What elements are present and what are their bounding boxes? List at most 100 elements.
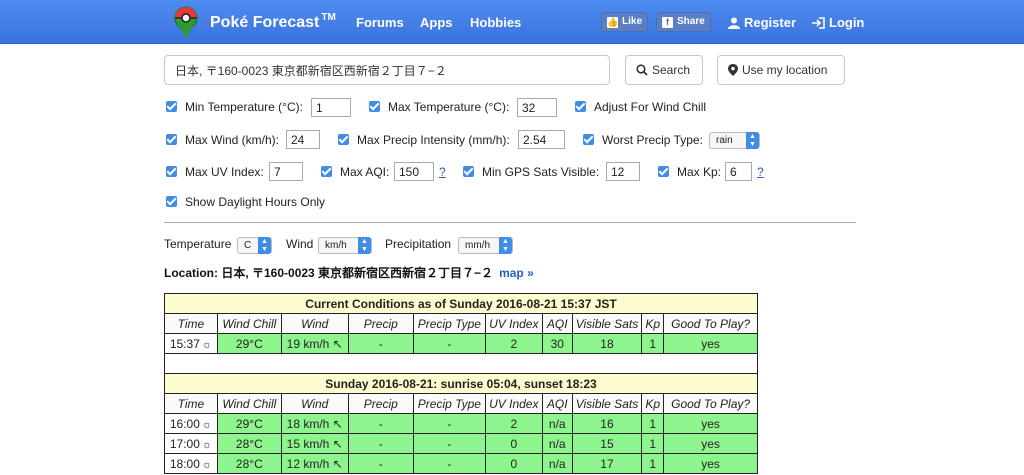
column-header-precip: Precip (347, 393, 414, 414)
sun-icon: ☼ (201, 458, 212, 471)
precip-unit-select[interactable]: mm/h ▲ ▼ (458, 237, 513, 254)
table-row: 17:00 ☼ 28°C 15 km/h ↖ - -0 n/a 15 1 yes (164, 433, 758, 454)
daylight-checkbox[interactable] (166, 196, 177, 207)
location-search-input[interactable]: 日本, 〒160-0023 東京都新宿区西新宿２丁目７−２ (164, 55, 610, 85)
nav-forums[interactable]: Forums (356, 15, 404, 30)
temperature-unit-select[interactable]: C ▲ ▼ (237, 237, 272, 254)
worst-precip-option: Worst Precip Type: (583, 133, 703, 147)
map-marker-icon (728, 64, 738, 76)
column-header-aqi: AQI (541, 313, 573, 334)
max-precip-label: Max Precip Intensity (mm/h): (357, 133, 510, 147)
cell-uv-index: 2 (484, 333, 543, 354)
max-wind-checkbox[interactable] (166, 134, 177, 145)
cell-precip-type: - (412, 453, 486, 474)
column-header-time: Time (164, 393, 218, 414)
nav-apps[interactable]: Apps (420, 15, 453, 30)
sun-icon: ☼ (201, 338, 212, 351)
min-gps-field[interactable]: 12 (606, 162, 640, 181)
wind-unit-select[interactable]: km/h ▲ ▼ (318, 237, 372, 254)
use-my-location-button[interactable]: Use my location (717, 55, 845, 85)
forecast-table: Current Conditions as of Sunday 2016-08-… (164, 293, 758, 474)
cell-visible-sats: 16 (571, 413, 643, 434)
cell-uv-index: 2 (484, 413, 543, 434)
wind-chill-option: Adjust For Wind Chill (575, 100, 706, 114)
cell-kp: 1 (641, 453, 665, 474)
cell-visible-sats: 17 (571, 453, 643, 474)
temperature-unit-label: Temperature (164, 237, 232, 251)
max-kp-checkbox[interactable] (658, 166, 669, 177)
cell-good-to-play: yes (663, 333, 758, 354)
cell-kp: 1 (641, 413, 665, 434)
cell-visible-sats: 18 (571, 333, 643, 354)
daylight-label: Show Daylight Hours Only (185, 195, 326, 209)
pokeball-map-pin-icon[interactable] (168, 4, 204, 40)
max-uv-option: Max UV Index: (166, 165, 264, 179)
max-aqi-field[interactable]: 150 (394, 162, 434, 181)
facebook-like-button[interactable]: 👍 Like (601, 12, 649, 32)
max-precip-field[interactable]: 2.54 (518, 130, 565, 149)
table-header-row: Time Wind Chill Wind Precip Precip Type UV In… (164, 393, 758, 414)
cell-kp: 1 (641, 433, 665, 454)
min-gps-label: Min GPS Sats Visible: (482, 165, 600, 179)
search-button[interactable]: Search (625, 55, 703, 85)
cell-aqi: n/a (541, 413, 573, 434)
cell-aqi: n/a (541, 433, 573, 454)
map-link[interactable]: map » (499, 266, 534, 280)
worst-precip-select[interactable]: rain ▲ ▼ (709, 132, 760, 149)
min-temperature-option: Min Temperature (°C): (166, 100, 303, 114)
max-uv-field[interactable]: 7 (269, 162, 303, 181)
cell-precip: - (347, 333, 414, 354)
cell-good-to-play: yes (663, 433, 758, 454)
max-kp-label: Max Kp: (677, 165, 722, 179)
cell-kp: 1 (641, 333, 665, 354)
time-value: 18:00 (169, 456, 200, 471)
temperature-unit-value: C (244, 240, 252, 251)
register-link[interactable]: Register (728, 15, 796, 30)
min-gps-checkbox[interactable] (463, 166, 474, 177)
max-uv-label: Max UV Index: (185, 165, 264, 179)
login-link[interactable]: Login (812, 15, 864, 30)
max-kp-help-link[interactable]: ? (757, 165, 764, 179)
worst-precip-label: Worst Precip Type: (602, 133, 703, 147)
cell-precip-type: - (412, 333, 486, 354)
max-aqi-help-link[interactable]: ? (439, 165, 446, 179)
brand-trademark: TM (321, 12, 336, 23)
precip-unit-value: mm/h (465, 240, 490, 251)
thumbs-up-icon: 👍 (607, 17, 619, 28)
table-row: 18:00 ☼ 28°C 12 km/h ↖ - -0 n/a 17 1 yes (164, 453, 758, 474)
max-aqi-checkbox[interactable] (321, 166, 332, 177)
wind-chill-checkbox[interactable] (575, 101, 586, 112)
min-temperature-checkbox[interactable] (166, 101, 177, 112)
brand-title[interactable]: Poké Forecast TM (210, 12, 336, 32)
max-wind-field[interactable]: 24 (286, 130, 320, 149)
column-header-precip-type: Precip Type (412, 393, 486, 414)
cell-wind: 15 km/h ↖ (280, 433, 349, 454)
use-my-location-label: Use my location (742, 63, 828, 77)
cell-aqi: n/a (541, 453, 573, 474)
cell-wind-chill: 29°C (216, 333, 282, 354)
max-temperature-checkbox[interactable] (369, 101, 380, 112)
max-wind-option: Max Wind (km/h): (166, 133, 279, 147)
min-temperature-field[interactable]: 1 (311, 98, 351, 117)
cell-wind: 12 km/h ↖ (280, 453, 349, 474)
max-kp-option: Max Kp: (658, 165, 721, 179)
cell-wind: 18 km/h ↖ (280, 413, 349, 434)
register-label: Register (744, 15, 797, 30)
sun-icon: ☼ (201, 418, 212, 431)
time-value: 15:37 (169, 336, 200, 351)
cell-wind: 19 km/h ↖ (280, 333, 349, 354)
time-value: 17:00 (169, 436, 200, 451)
max-uv-checkbox[interactable] (166, 166, 177, 177)
cell-precip: - (347, 433, 414, 454)
max-kp-field[interactable]: 6 (725, 162, 752, 181)
max-temperature-field[interactable]: 32 (517, 98, 557, 117)
select-arrows-icon: ▲ ▼ (499, 237, 512, 254)
nav-hobbies[interactable]: Hobbies (470, 15, 521, 30)
worst-precip-checkbox[interactable] (583, 134, 594, 145)
share-label: Share (677, 16, 705, 27)
facebook-share-button[interactable]: f Share (656, 12, 711, 32)
wind-unit-value: km/h (325, 240, 347, 251)
max-precip-checkbox[interactable] (338, 134, 349, 145)
table-header-row: Time Wind Chill Wind Precip Precip Type UV In… (164, 313, 758, 334)
cell-good-to-play: yes (663, 413, 758, 434)
